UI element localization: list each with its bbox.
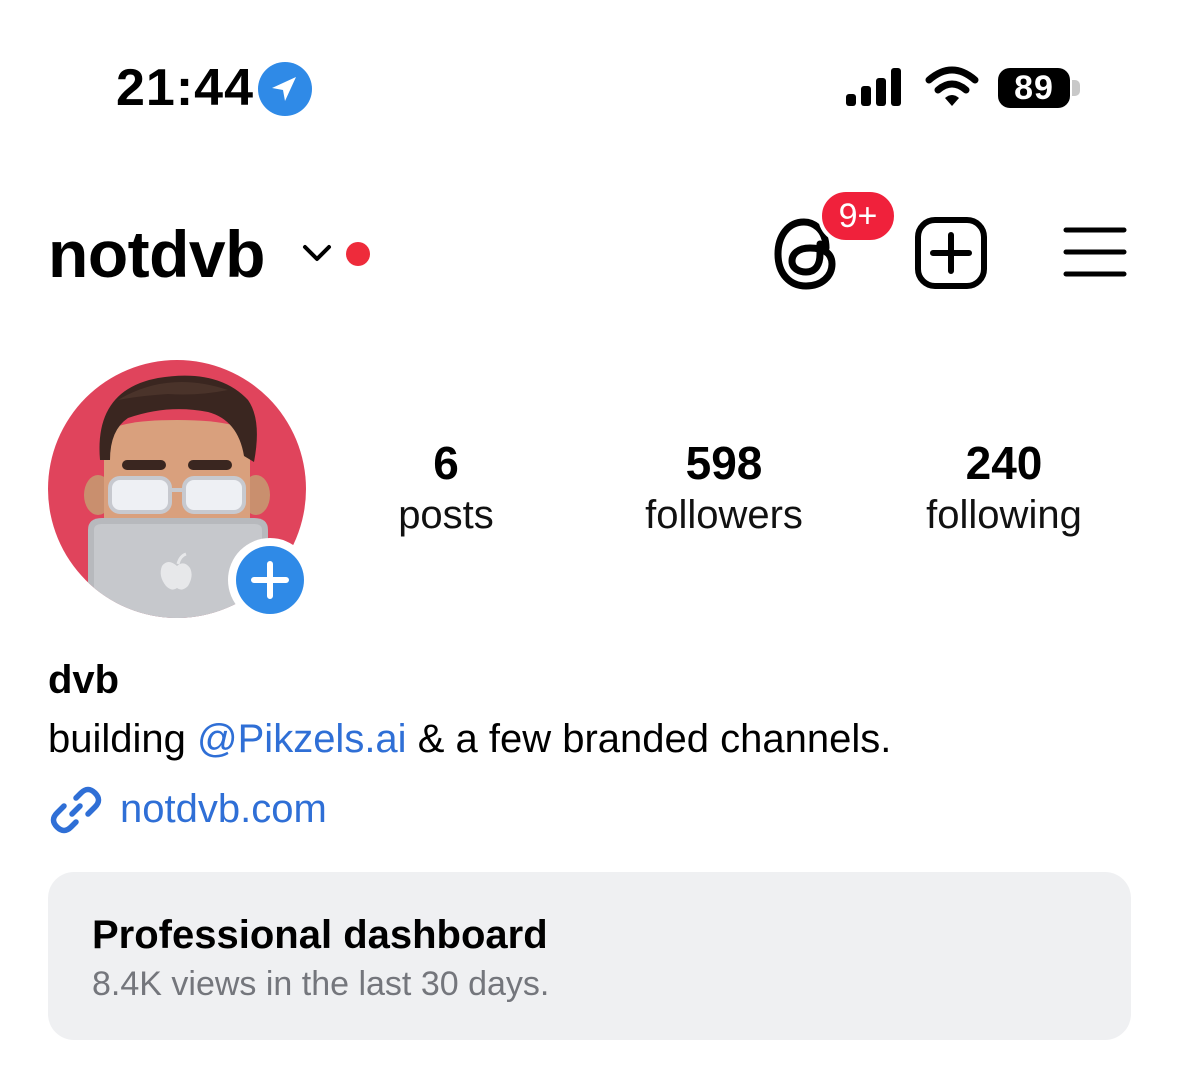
dashboard-subtitle: 8.4K views in the last 30 days. xyxy=(92,965,550,1003)
stat-posts[interactable]: 6 posts xyxy=(326,436,566,540)
bio-suffix: & a few branded channels. xyxy=(406,717,892,761)
unread-dot xyxy=(346,242,370,266)
professional-dashboard-card[interactable]: Professional dashboard 8.4K views in the… xyxy=(48,872,1131,1040)
chevron-down-icon[interactable] xyxy=(300,238,334,268)
stat-value: 6 xyxy=(433,437,459,489)
website-link[interactable]: notdvb.com xyxy=(120,784,327,834)
battery-level: 89 xyxy=(998,68,1070,108)
bio-text: building @Pikzels.ai & a few branded cha… xyxy=(48,714,891,764)
create-plus-icon[interactable] xyxy=(914,216,988,290)
link-icon xyxy=(50,786,102,834)
display-name: dvb xyxy=(48,658,120,702)
stat-value: 240 xyxy=(965,437,1043,489)
status-time: 21:44 xyxy=(116,59,254,117)
stat-label: following xyxy=(926,493,1082,537)
bio-prefix: building xyxy=(48,717,198,761)
dashboard-title: Professional dashboard xyxy=(92,913,548,957)
stat-followers[interactable]: 598 followers xyxy=(604,436,844,540)
stat-label: posts xyxy=(398,493,494,537)
add-story-button[interactable] xyxy=(228,538,312,622)
bio-mention-link[interactable]: @Pikzels.ai xyxy=(197,717,407,761)
cellular-signal-icon xyxy=(846,68,901,106)
stat-label: followers xyxy=(645,493,803,537)
hamburger-menu-icon[interactable] xyxy=(1062,222,1128,282)
battery-cap xyxy=(1072,80,1080,96)
stat-following[interactable]: 240 following xyxy=(884,436,1124,540)
wifi-icon xyxy=(925,66,979,106)
stat-value: 598 xyxy=(685,437,763,489)
account-username[interactable]: notdvb xyxy=(48,214,265,294)
plus-icon xyxy=(251,561,289,599)
location-arrow-icon xyxy=(258,62,312,116)
notification-badge: 9+ xyxy=(818,188,898,244)
